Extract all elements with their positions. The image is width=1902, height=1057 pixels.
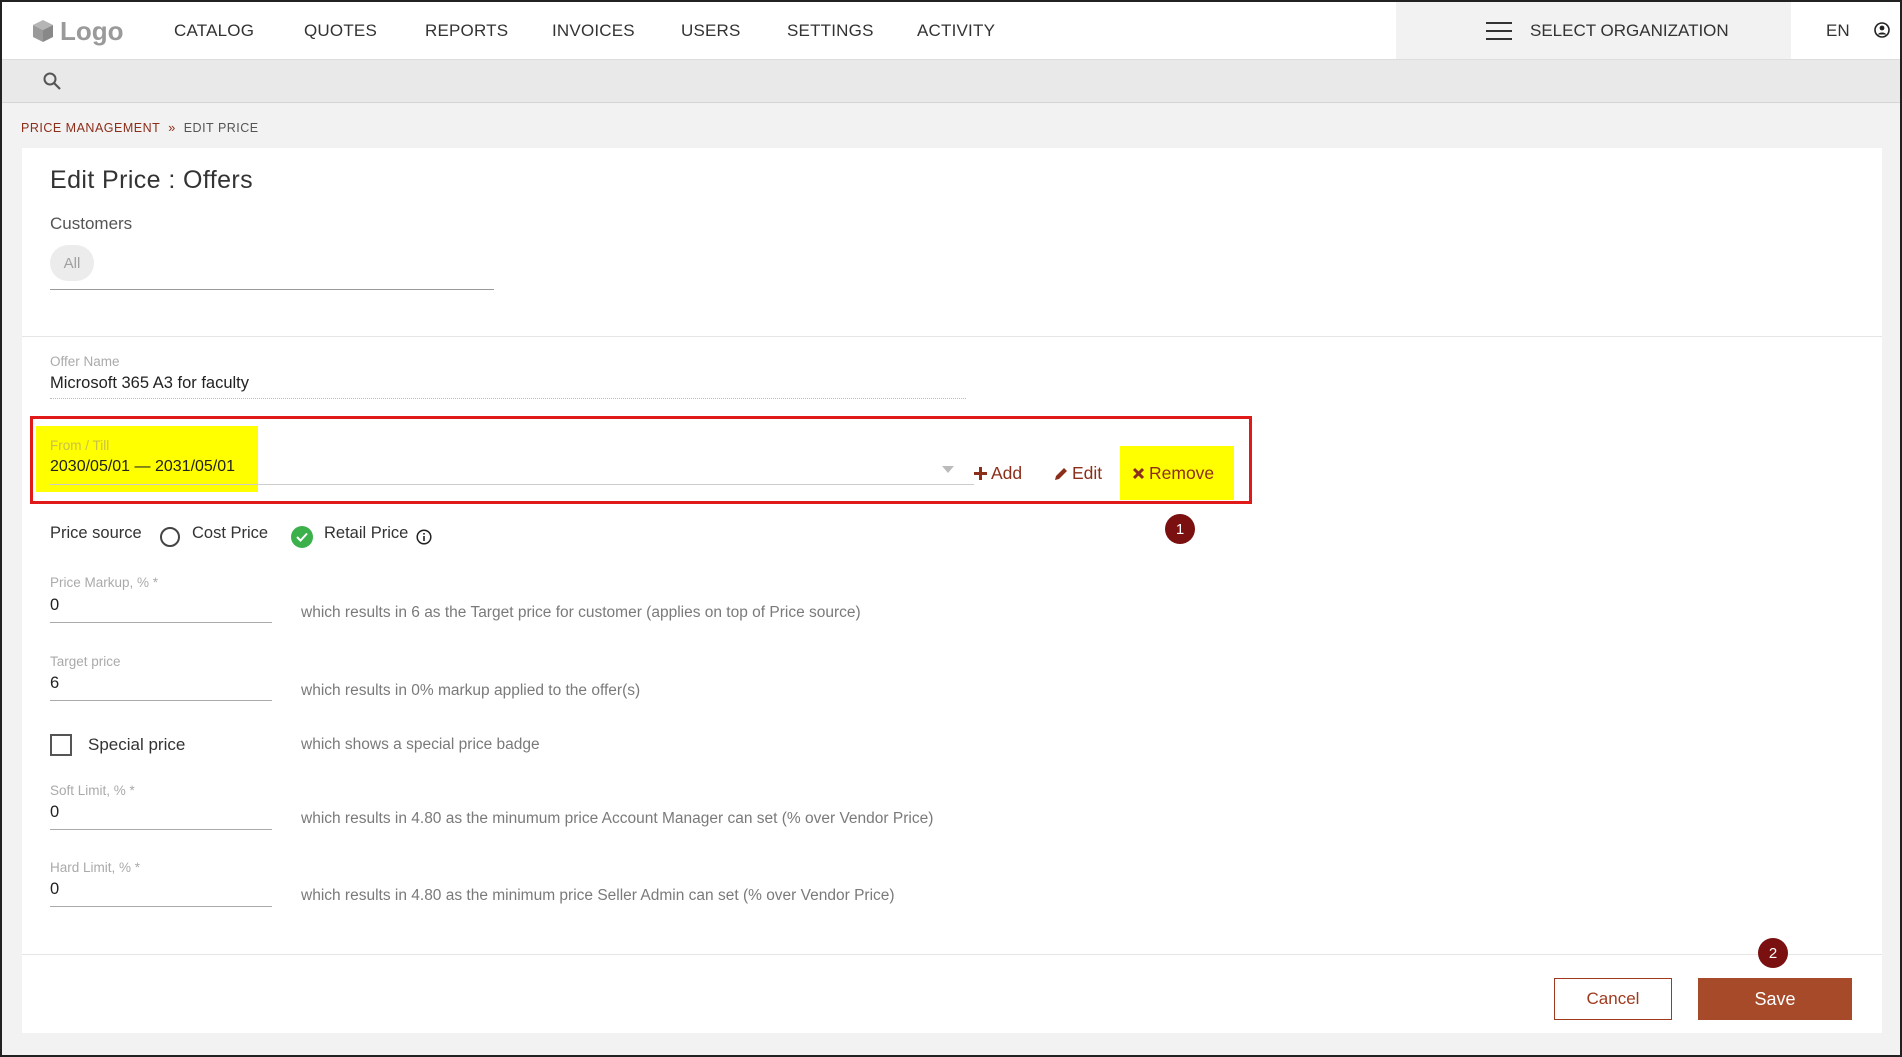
target-price-underline: [50, 700, 272, 701]
period-label: From / Till: [50, 438, 110, 453]
radio-retail-price[interactable]: [291, 526, 313, 548]
nav-settings[interactable]: SETTINGS: [787, 21, 874, 41]
edit-period-button[interactable]: Edit: [1054, 463, 1102, 484]
customers-chip-all[interactable]: All: [50, 245, 94, 281]
special-price-checkbox[interactable]: [50, 734, 72, 756]
logo-cube-icon: [33, 20, 53, 42]
language-selector[interactable]: EN: [1826, 21, 1850, 41]
logo[interactable]: Logo: [32, 16, 124, 46]
hard-limit-underline: [50, 906, 272, 907]
nav-catalog[interactable]: CATALOG: [174, 21, 254, 41]
target-price-label: Target price: [50, 654, 121, 669]
markup-label: Price Markup, % *: [50, 575, 159, 590]
step-badge-1: 1: [1165, 514, 1195, 544]
soft-limit-underline: [50, 829, 272, 830]
offer-name-value: Microsoft 365 A3 for faculty: [50, 374, 250, 392]
organization-selector[interactable]: SELECT ORGANIZATION: [1396, 2, 1791, 59]
add-period-label: Add: [991, 463, 1023, 483]
soft-limit-input[interactable]: 0: [50, 803, 59, 822]
cancel-button[interactable]: Cancel: [1554, 978, 1672, 1020]
section-divider: [22, 336, 1882, 337]
nav-invoices[interactable]: INVOICES: [552, 21, 635, 41]
pencil-icon: [1055, 467, 1067, 480]
footer-divider: [22, 954, 1882, 955]
radio-cost-price[interactable]: [160, 527, 180, 547]
breadcrumb: PRICE MANAGEMENT » EDIT PRICE: [21, 121, 259, 135]
hard-limit-label: Hard Limit, % *: [50, 860, 141, 875]
chevron-down-icon[interactable]: [942, 466, 954, 473]
page-title: Edit Price : Offers: [50, 166, 254, 194]
organization-selector-label: SELECT ORGANIZATION: [1530, 20, 1729, 40]
remove-period-label: Remove: [1149, 463, 1215, 483]
edit-period-label: Edit: [1072, 463, 1103, 483]
nav-users[interactable]: USERS: [681, 21, 741, 41]
logo-text: Logo: [60, 15, 124, 46]
hard-limit-hint: which results in 4.80 as the minimum pri…: [301, 887, 895, 904]
user-icon[interactable]: [1874, 22, 1890, 38]
close-icon: [1132, 467, 1145, 480]
check-icon: [296, 532, 308, 542]
remove-period-button[interactable]: Remove: [1132, 463, 1214, 484]
special-price-label[interactable]: Special price: [88, 735, 185, 755]
markup-hint: which results in 6 as the Target price f…: [301, 604, 861, 621]
plus-icon: [974, 467, 987, 480]
target-price-input[interactable]: 6: [50, 674, 59, 693]
info-icon[interactable]: [416, 529, 432, 545]
breadcrumb-current: EDIT PRICE: [183, 121, 259, 135]
save-button[interactable]: Save: [1698, 978, 1852, 1020]
app-window: Logo CATALOG QUOTES REPORTS INVOICES USE…: [0, 0, 1902, 1057]
breadcrumb-separator: »: [168, 121, 176, 135]
markup-input[interactable]: 0: [50, 596, 59, 615]
breadcrumb-price-management[interactable]: PRICE MANAGEMENT: [21, 121, 160, 135]
markup-underline: [50, 622, 272, 623]
customers-field-underline: [50, 289, 494, 290]
search-icon[interactable]: [42, 71, 62, 91]
soft-limit-hint: which results in 4.80 as the minumum pri…: [301, 810, 934, 827]
period-select[interactable]: 2030/05/01 — 2031/05/01: [50, 458, 235, 476]
target-price-hint: which results in 0% markup applied to th…: [301, 682, 641, 699]
nav-reports[interactable]: REPORTS: [425, 21, 508, 41]
menu-icon: [1486, 21, 1512, 40]
price-source-label: Price source: [50, 524, 142, 542]
add-period-button[interactable]: Add: [974, 463, 1022, 484]
radio-retail-price-label[interactable]: Retail Price: [324, 524, 408, 543]
hard-limit-input[interactable]: 0: [50, 880, 59, 899]
step-badge-2: 2: [1758, 938, 1788, 968]
top-navigation-bar: Logo CATALOG QUOTES REPORTS INVOICES USE…: [2, 2, 1900, 60]
offer-name-underline: [50, 398, 966, 399]
nav-activity[interactable]: ACTIVITY: [917, 21, 995, 41]
offer-name-label: Offer Name: [50, 354, 120, 369]
soft-limit-label: Soft Limit, % *: [50, 783, 135, 798]
special-price-hint: which shows a special price badge: [301, 736, 540, 753]
edit-price-card: Edit Price : Offers Customers All Offer …: [22, 148, 1882, 1033]
search-bar: [2, 60, 1900, 103]
customers-label: Customers: [50, 214, 133, 233]
period-select-underline: [50, 484, 974, 485]
radio-cost-price-label[interactable]: Cost Price: [192, 524, 268, 543]
nav-quotes[interactable]: QUOTES: [304, 21, 377, 41]
